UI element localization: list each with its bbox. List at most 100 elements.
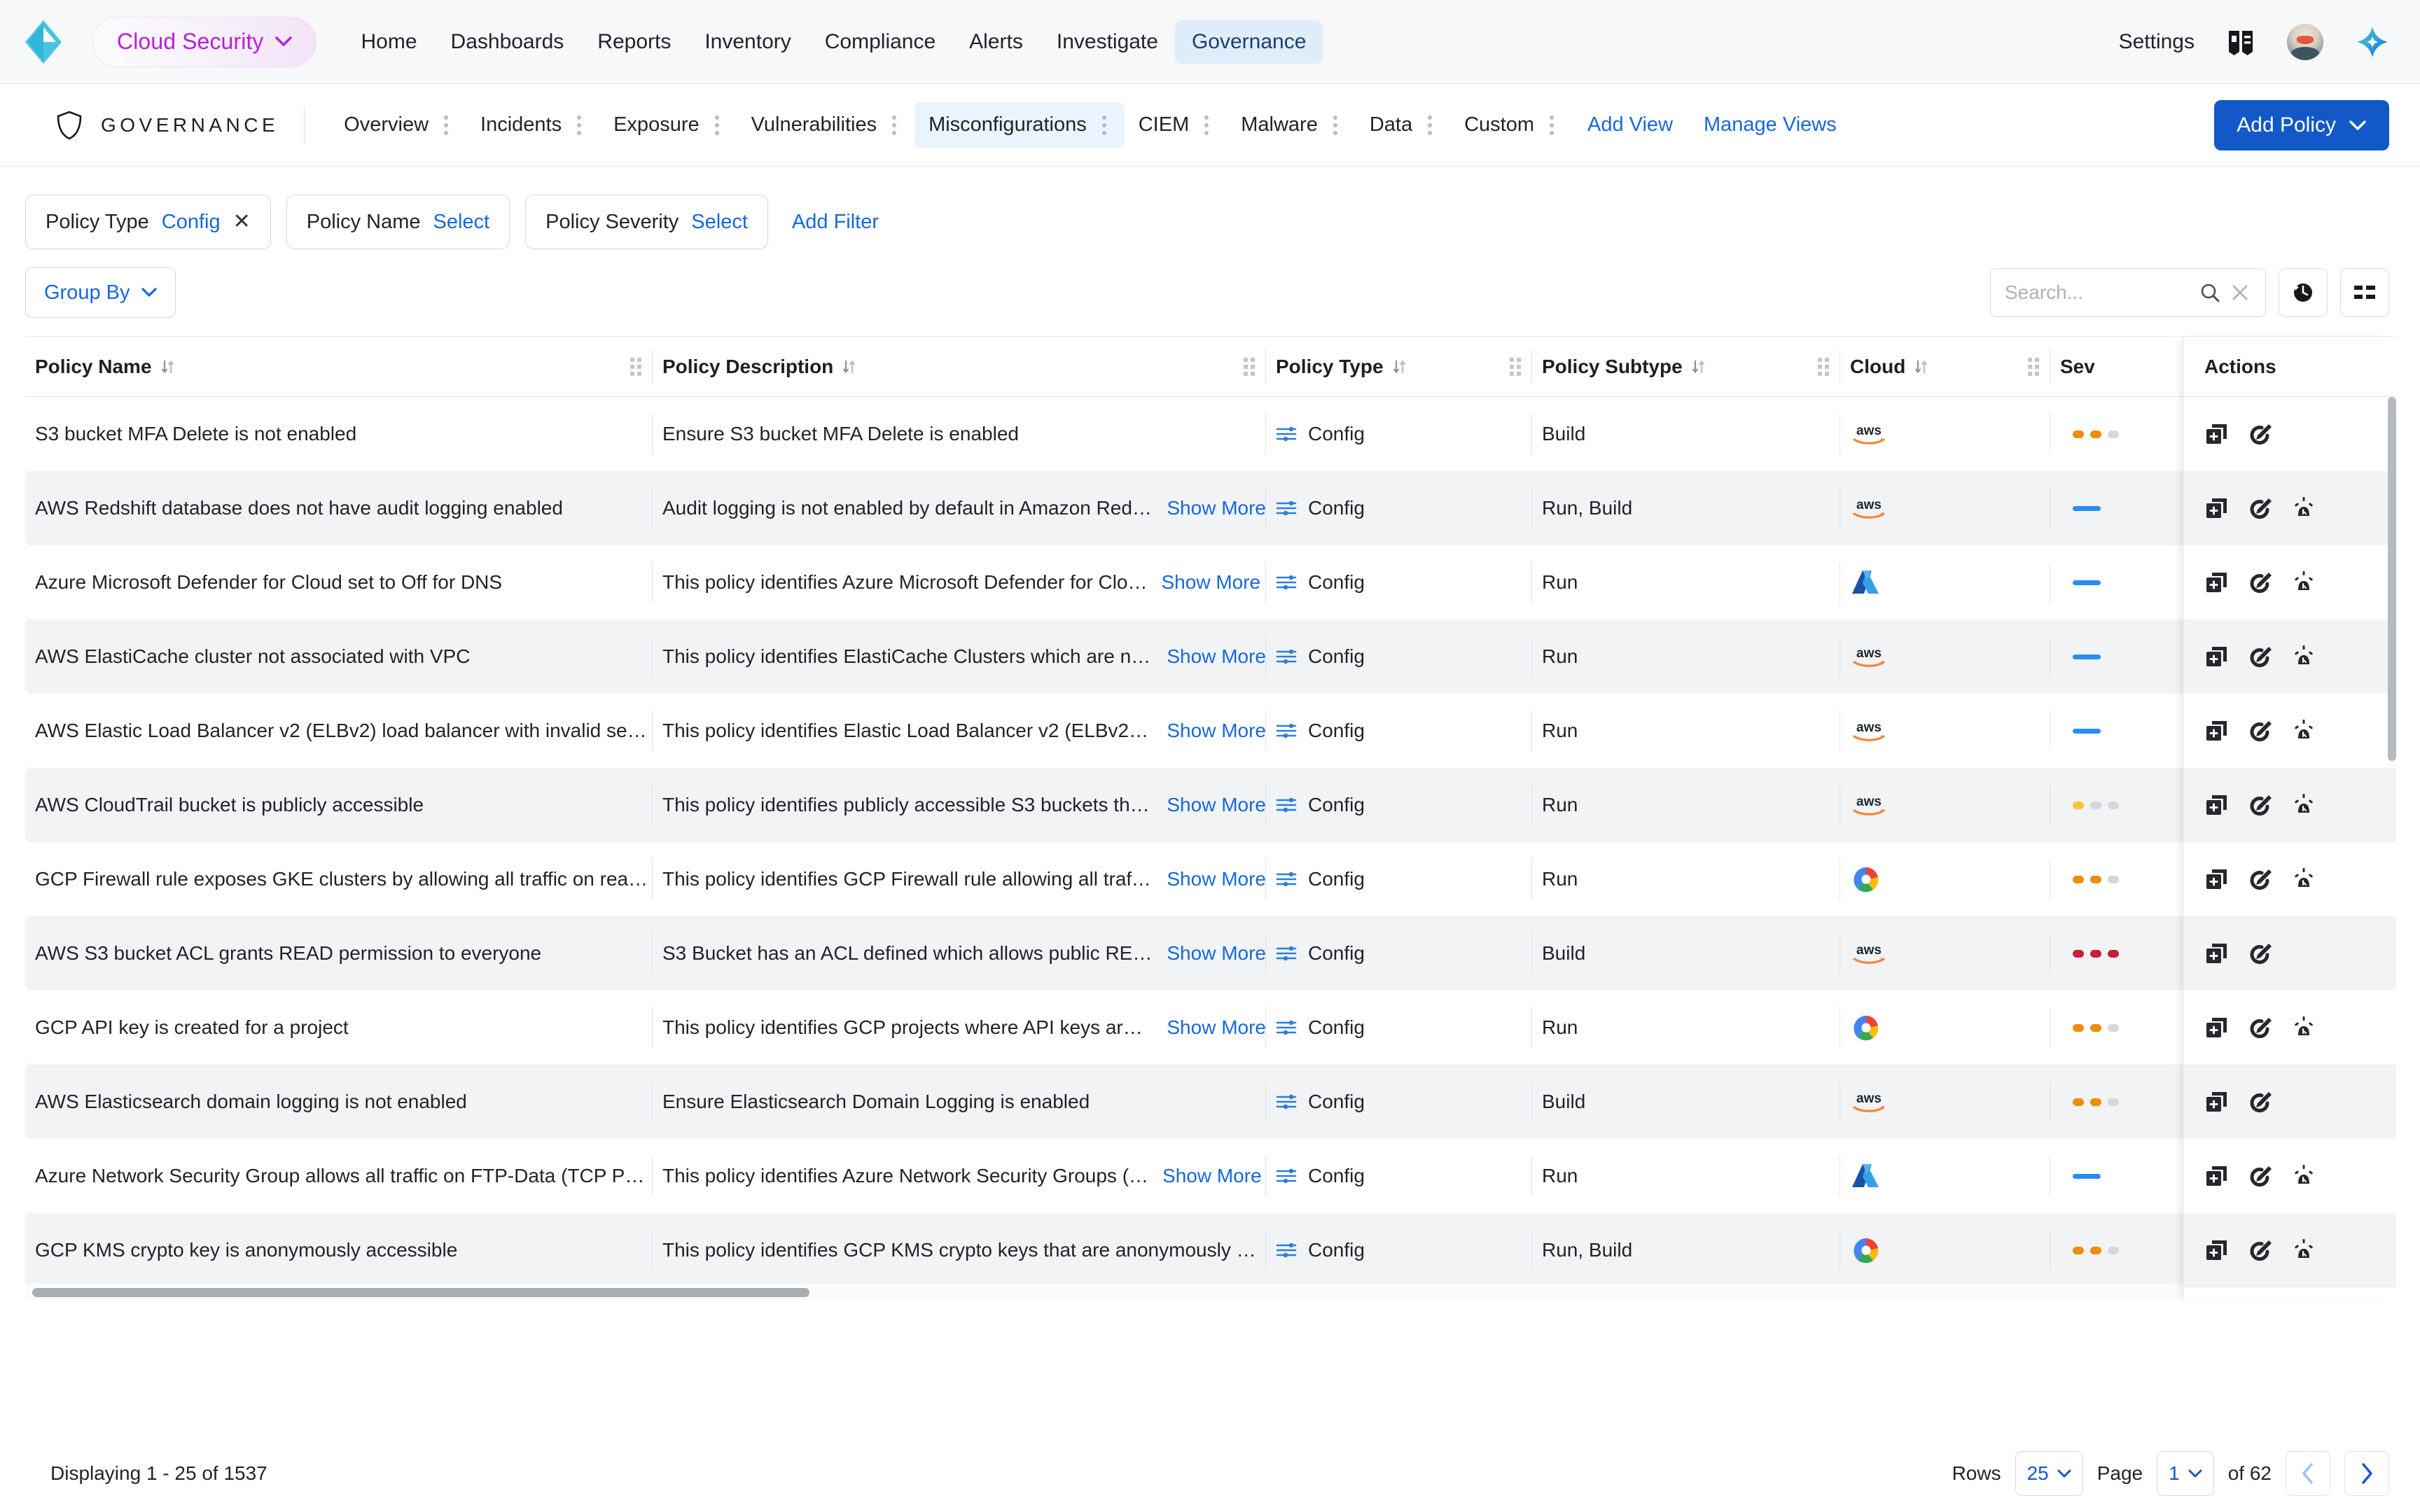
filter-value[interactable]: Select: [433, 211, 490, 234]
nav-item-investigate[interactable]: Investigate: [1040, 20, 1175, 64]
book-icon[interactable]: [2227, 28, 2255, 56]
cell-policy-name[interactable]: Azure Network Security Group allows all …: [25, 1139, 653, 1213]
kebab-menu-icon[interactable]: [577, 115, 582, 135]
clone-icon[interactable]: [2204, 941, 2230, 966]
cell-policy-name[interactable]: Azure Microsoft Defender for Cloud set t…: [25, 545, 653, 620]
sort-icon[interactable]: [842, 358, 857, 375]
nav-item-inventory[interactable]: Inventory: [688, 20, 807, 64]
tab-incidents[interactable]: Incidents: [466, 102, 599, 148]
edit-icon[interactable]: [2248, 421, 2273, 447]
nav-item-governance[interactable]: Governance: [1174, 20, 1323, 64]
edit-icon[interactable]: [2248, 1238, 2273, 1263]
previous-page-button[interactable]: [2286, 1451, 2330, 1496]
add-view-link[interactable]: Add View: [1572, 102, 1688, 148]
sort-icon[interactable]: [160, 358, 176, 375]
nav-item-compliance[interactable]: Compliance: [808, 20, 952, 64]
next-page-button[interactable]: [2344, 1451, 2389, 1496]
group-by-button[interactable]: Group By: [25, 267, 176, 318]
cell-policy-name[interactable]: AWS Redshift database does not have audi…: [25, 471, 653, 545]
clone-icon[interactable]: [2204, 1015, 2230, 1040]
column-resize-grip[interactable]: [1818, 357, 1829, 376]
product-switcher[interactable]: Cloud Security: [92, 16, 317, 67]
cell-policy-name[interactable]: AWS ElastiCache cluster not associated w…: [25, 620, 653, 694]
alert-icon[interactable]: [2291, 570, 2316, 595]
show-more-link[interactable]: Show More: [1167, 942, 1266, 965]
table-row[interactable]: Azure Network Security Group allows all …: [25, 1139, 2396, 1213]
add-policy-button[interactable]: Add Policy: [2214, 99, 2389, 150]
clone-icon[interactable]: [2204, 1163, 2230, 1189]
clone-icon[interactable]: [2204, 792, 2230, 818]
column-resize-grip[interactable]: [1244, 357, 1255, 376]
tab-vulnerabilities[interactable]: Vulnerabilities: [737, 102, 915, 148]
column-header-policy-description[interactable]: Policy Description: [653, 337, 1266, 396]
kebab-menu-icon[interactable]: [714, 115, 719, 135]
nav-item-home[interactable]: Home: [345, 20, 434, 64]
table-row[interactable]: GCP KMS crypto key is anonymously access…: [25, 1213, 2396, 1287]
filter-chip-policy-severity[interactable]: Policy Severity Select: [525, 195, 768, 249]
clone-icon[interactable]: [2204, 1238, 2230, 1263]
alert-icon[interactable]: [2291, 1015, 2316, 1040]
cell-policy-name[interactable]: AWS CloudTrail bucket is publicly access…: [25, 768, 653, 842]
show-more-link[interactable]: Show More: [1167, 497, 1266, 519]
table-row[interactable]: AWS CloudTrail bucket is publicly access…: [25, 768, 2396, 842]
filter-value[interactable]: Select: [691, 211, 748, 234]
kebab-menu-icon[interactable]: [444, 115, 449, 135]
alert-icon[interactable]: [2291, 1163, 2316, 1189]
add-filter-button[interactable]: Add Filter: [792, 211, 879, 234]
cell-policy-name[interactable]: AWS Elasticsearch domain logging is not …: [25, 1065, 653, 1139]
kebab-menu-icon[interactable]: [1101, 115, 1106, 135]
kebab-menu-icon[interactable]: [1550, 115, 1555, 135]
column-settings-button[interactable]: [2340, 268, 2389, 317]
clone-icon[interactable]: [2204, 718, 2230, 743]
cell-policy-name[interactable]: S3 bucket MFA Delete is not enabled: [25, 397, 653, 471]
manage-views-link[interactable]: Manage Views: [1688, 102, 1852, 148]
sort-icon[interactable]: [1691, 358, 1706, 375]
table-row[interactable]: AWS Elastic Load Balancer v2 (ELBv2) loa…: [25, 694, 2396, 768]
tab-ciem[interactable]: CIEM: [1125, 102, 1228, 148]
edit-icon[interactable]: [2248, 792, 2273, 818]
clone-icon[interactable]: [2204, 570, 2230, 595]
cell-policy-name[interactable]: AWS Elastic Load Balancer v2 (ELBv2) loa…: [25, 694, 653, 768]
clone-icon[interactable]: [2204, 867, 2230, 892]
alert-icon[interactable]: [2291, 792, 2316, 818]
edit-icon[interactable]: [2248, 496, 2273, 521]
horizontal-scrollbar[interactable]: [25, 1282, 2396, 1301]
cell-policy-name[interactable]: GCP KMS crypto key is anonymously access…: [25, 1213, 653, 1287]
table-row[interactable]: GCP API key is created for a project Thi…: [25, 990, 2396, 1065]
show-more-link[interactable]: Show More: [1167, 645, 1266, 668]
clear-search-icon[interactable]: [2230, 283, 2250, 302]
edit-icon[interactable]: [2248, 718, 2273, 743]
cell-policy-name[interactable]: AWS S3 bucket ACL grants READ permission…: [25, 916, 653, 990]
show-more-link[interactable]: Show More: [1167, 868, 1266, 890]
table-row[interactable]: Azure Microsoft Defender for Cloud set t…: [25, 545, 2396, 620]
alert-icon[interactable]: [2291, 1238, 2316, 1263]
kebab-menu-icon[interactable]: [1333, 115, 1337, 135]
history-button[interactable]: [2279, 268, 2328, 317]
alert-icon[interactable]: [2291, 496, 2316, 521]
edit-icon[interactable]: [2248, 867, 2273, 892]
rows-per-page-select[interactable]: 25: [2015, 1451, 2083, 1496]
kebab-menu-icon[interactable]: [892, 115, 897, 135]
table-row[interactable]: AWS S3 bucket ACL grants READ permission…: [25, 916, 2396, 990]
avatar[interactable]: [2287, 23, 2323, 60]
column-header-policy-type[interactable]: Policy Type: [1266, 337, 1532, 396]
show-more-link[interactable]: Show More: [1167, 720, 1266, 742]
search-box[interactable]: [1990, 268, 2266, 317]
prisma-logo-icon[interactable]: [25, 20, 62, 64]
column-header-cloud[interactable]: Cloud: [1840, 337, 2050, 396]
table-row[interactable]: GCP Firewall rule exposes GKE clusters b…: [25, 842, 2396, 916]
edit-icon[interactable]: [2248, 570, 2273, 595]
edit-icon[interactable]: [2248, 1015, 2273, 1040]
column-resize-grip[interactable]: [2028, 357, 2039, 376]
search-input[interactable]: [2005, 281, 2190, 304]
sort-icon[interactable]: [1914, 358, 1929, 375]
cell-policy-name[interactable]: GCP Firewall rule exposes GKE clusters b…: [25, 842, 653, 916]
tab-exposure[interactable]: Exposure: [599, 102, 737, 148]
column-resize-grip[interactable]: [1510, 357, 1521, 376]
settings-link[interactable]: Settings: [2119, 30, 2195, 54]
kebab-menu-icon[interactable]: [1428, 115, 1433, 135]
close-icon[interactable]: ✕: [233, 211, 251, 232]
tab-data[interactable]: Data: [1356, 102, 1450, 148]
edit-icon[interactable]: [2248, 1089, 2273, 1114]
kebab-menu-icon[interactable]: [1204, 115, 1209, 135]
